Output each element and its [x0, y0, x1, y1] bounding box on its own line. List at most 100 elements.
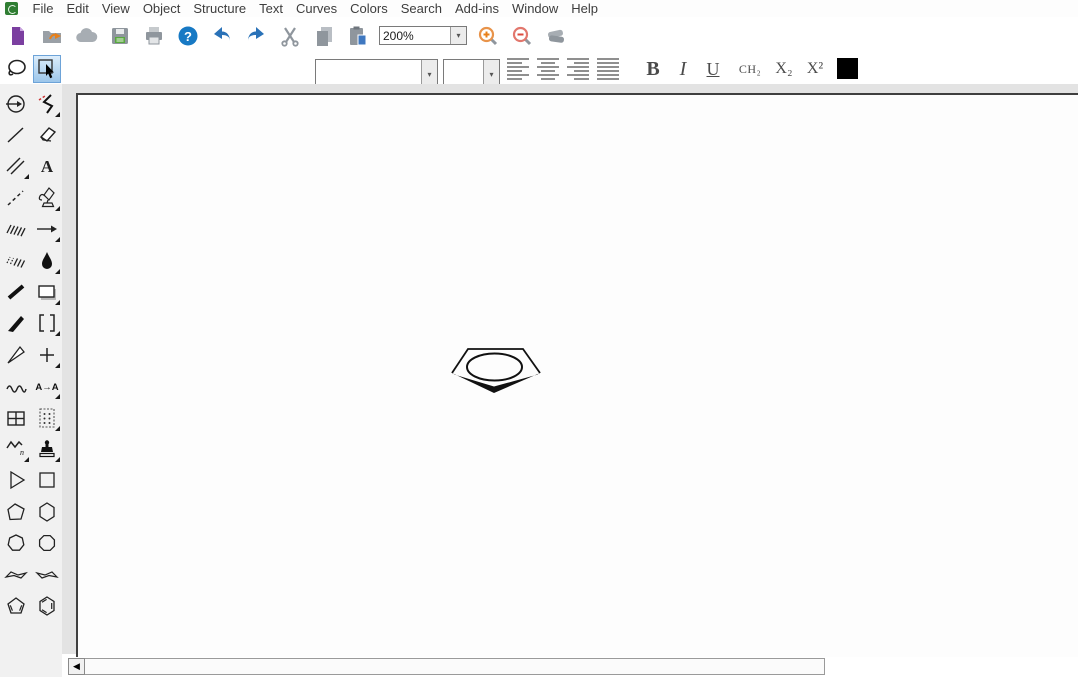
- cyclobutane-ring-tool[interactable]: [33, 466, 61, 494]
- drawing-page[interactable]: [76, 93, 1078, 657]
- cyclohexane-ring-tool[interactable]: [33, 498, 61, 526]
- solid-wedge-icon: [4, 311, 28, 335]
- lasso-select-button[interactable]: [3, 55, 31, 83]
- rectangle-tool[interactable]: [33, 278, 61, 306]
- scrollbar-track[interactable]: [85, 658, 825, 675]
- align-right-button[interactable]: [566, 54, 590, 84]
- menu-object[interactable]: Object: [136, 0, 187, 17]
- rectangle-select-button[interactable]: [33, 55, 61, 83]
- scrollbar-left-arrow-button[interactable]: ◀: [68, 658, 85, 675]
- artistic-pen-tool[interactable]: [33, 184, 61, 212]
- arrow-tool[interactable]: [33, 215, 61, 243]
- redo-icon: [244, 24, 268, 48]
- menu-curves[interactable]: Curves: [289, 0, 343, 17]
- copy-icon: [312, 24, 336, 48]
- text-color-swatch[interactable]: [837, 58, 858, 79]
- menu-add-ins[interactable]: Add-ins: [448, 0, 505, 17]
- cyclopropane-ring-tool[interactable]: [2, 466, 30, 494]
- menu-text[interactable]: Text: [253, 0, 290, 17]
- reaction-map-tool[interactable]: A→A: [33, 372, 61, 400]
- plus-icon: [35, 343, 59, 367]
- cycloheptane-ring-tool[interactable]: [2, 529, 30, 557]
- text-tool[interactable]: A: [33, 152, 61, 180]
- line-tool[interactable]: [2, 121, 30, 149]
- brackets-tool[interactable]: [33, 309, 61, 337]
- cut-scissors-icon: [278, 24, 302, 48]
- cycloheptane-ring-icon: [4, 531, 28, 555]
- menu-window[interactable]: Window: [506, 0, 565, 17]
- menu-file[interactable]: File: [26, 0, 60, 17]
- menu-help[interactable]: Help: [565, 0, 605, 17]
- menu-structure[interactable]: Structure: [187, 0, 253, 17]
- reaction-map-a-to-a-icon: A→A: [34, 374, 60, 398]
- eraser-tool[interactable]: [33, 121, 61, 149]
- undo-button[interactable]: [209, 22, 235, 50]
- zoom-combo-dropdown-button[interactable]: ▾: [450, 27, 466, 44]
- bold-button[interactable]: B: [640, 54, 666, 84]
- align-left-button[interactable]: [506, 54, 530, 84]
- menu-edit[interactable]: Edit: [60, 0, 95, 17]
- horizontal-scrollbar[interactable]: ◀: [68, 658, 825, 675]
- dashed-line-icon: [4, 186, 28, 210]
- solid-drop-tool[interactable]: [33, 247, 61, 275]
- paste-button[interactable]: [345, 22, 371, 50]
- stamp-tool[interactable]: [33, 435, 61, 463]
- menu-search[interactable]: Search: [394, 0, 448, 17]
- copy-button[interactable]: [311, 22, 337, 50]
- dotted-hatch-lines-icon: [4, 249, 28, 273]
- underline-button[interactable]: U: [700, 54, 726, 84]
- menu-view[interactable]: View: [95, 0, 136, 17]
- cut-button[interactable]: [277, 22, 303, 50]
- print-button[interactable]: [141, 22, 167, 50]
- chevron-down-icon: ▾: [427, 70, 431, 79]
- help-button[interactable]: ?: [175, 22, 201, 50]
- chair-conformation-left-icon: [4, 563, 28, 587]
- italic-button[interactable]: I: [672, 54, 694, 84]
- bold-line-tool[interactable]: [2, 278, 30, 306]
- cyclopropane-ring-icon: [4, 468, 28, 492]
- cyclopentadiene-ring-tool[interactable]: [2, 592, 30, 620]
- cyclopentane-ring-tool[interactable]: [2, 498, 30, 526]
- workspace: ◀: [62, 84, 1078, 677]
- zoom-level-combo[interactable]: 200% ▾: [379, 26, 467, 45]
- stack-button[interactable]: [543, 22, 569, 50]
- table-tool[interactable]: [2, 404, 30, 432]
- chair-conformation-left-tool[interactable]: [2, 561, 30, 589]
- double-line-tool[interactable]: [2, 152, 30, 180]
- open-button[interactable]: [39, 22, 65, 50]
- ch2-formula-button[interactable]: CH₂: [734, 54, 766, 84]
- hatch-lines-tool[interactable]: [2, 215, 30, 243]
- zoom-in-button[interactable]: [475, 22, 501, 50]
- dotted-hatch-lines-tool[interactable]: [2, 247, 30, 275]
- chevron-down-icon: ▾: [456, 31, 460, 40]
- solid-wedge-tool[interactable]: [2, 309, 30, 337]
- rectangle-select-icon: [35, 57, 59, 81]
- draw-normal-tool[interactable]: [2, 90, 30, 118]
- cyclooctane-ring-tool[interactable]: [33, 529, 61, 557]
- lasso-icon: [5, 57, 29, 81]
- cloud-button[interactable]: [73, 22, 99, 50]
- align-center-button[interactable]: [536, 54, 560, 84]
- cyclopentane-ring-icon: [4, 500, 28, 524]
- chair-conformation-right-tool[interactable]: [33, 561, 61, 589]
- subscript-button[interactable]: X₂: [771, 54, 797, 84]
- tool-palette: A: [0, 84, 62, 677]
- align-justify-button[interactable]: [596, 54, 620, 84]
- hollow-wedge-tool[interactable]: [2, 341, 30, 369]
- menu-colors[interactable]: Colors: [344, 0, 395, 17]
- zoom-out-button[interactable]: [509, 22, 535, 50]
- table-of-symbols-tool[interactable]: [33, 404, 61, 432]
- redo-button[interactable]: [243, 22, 269, 50]
- cyclopentadienyl-ring-drawing[interactable]: [445, 340, 550, 402]
- wavy-line-tool[interactable]: [2, 372, 30, 400]
- dashed-line-tool[interactable]: [2, 184, 30, 212]
- canvas-gutter-left: [62, 84, 76, 654]
- polymer-chain-tool[interactable]: n: [2, 435, 30, 463]
- save-button[interactable]: [107, 22, 133, 50]
- benzene-ring-tool[interactable]: [33, 592, 61, 620]
- new-document-button[interactable]: [5, 22, 31, 50]
- plus-tool[interactable]: [33, 341, 61, 369]
- chain-tool[interactable]: [33, 90, 61, 118]
- new-document-icon: [6, 24, 30, 48]
- superscript-button[interactable]: X²: [802, 54, 828, 84]
